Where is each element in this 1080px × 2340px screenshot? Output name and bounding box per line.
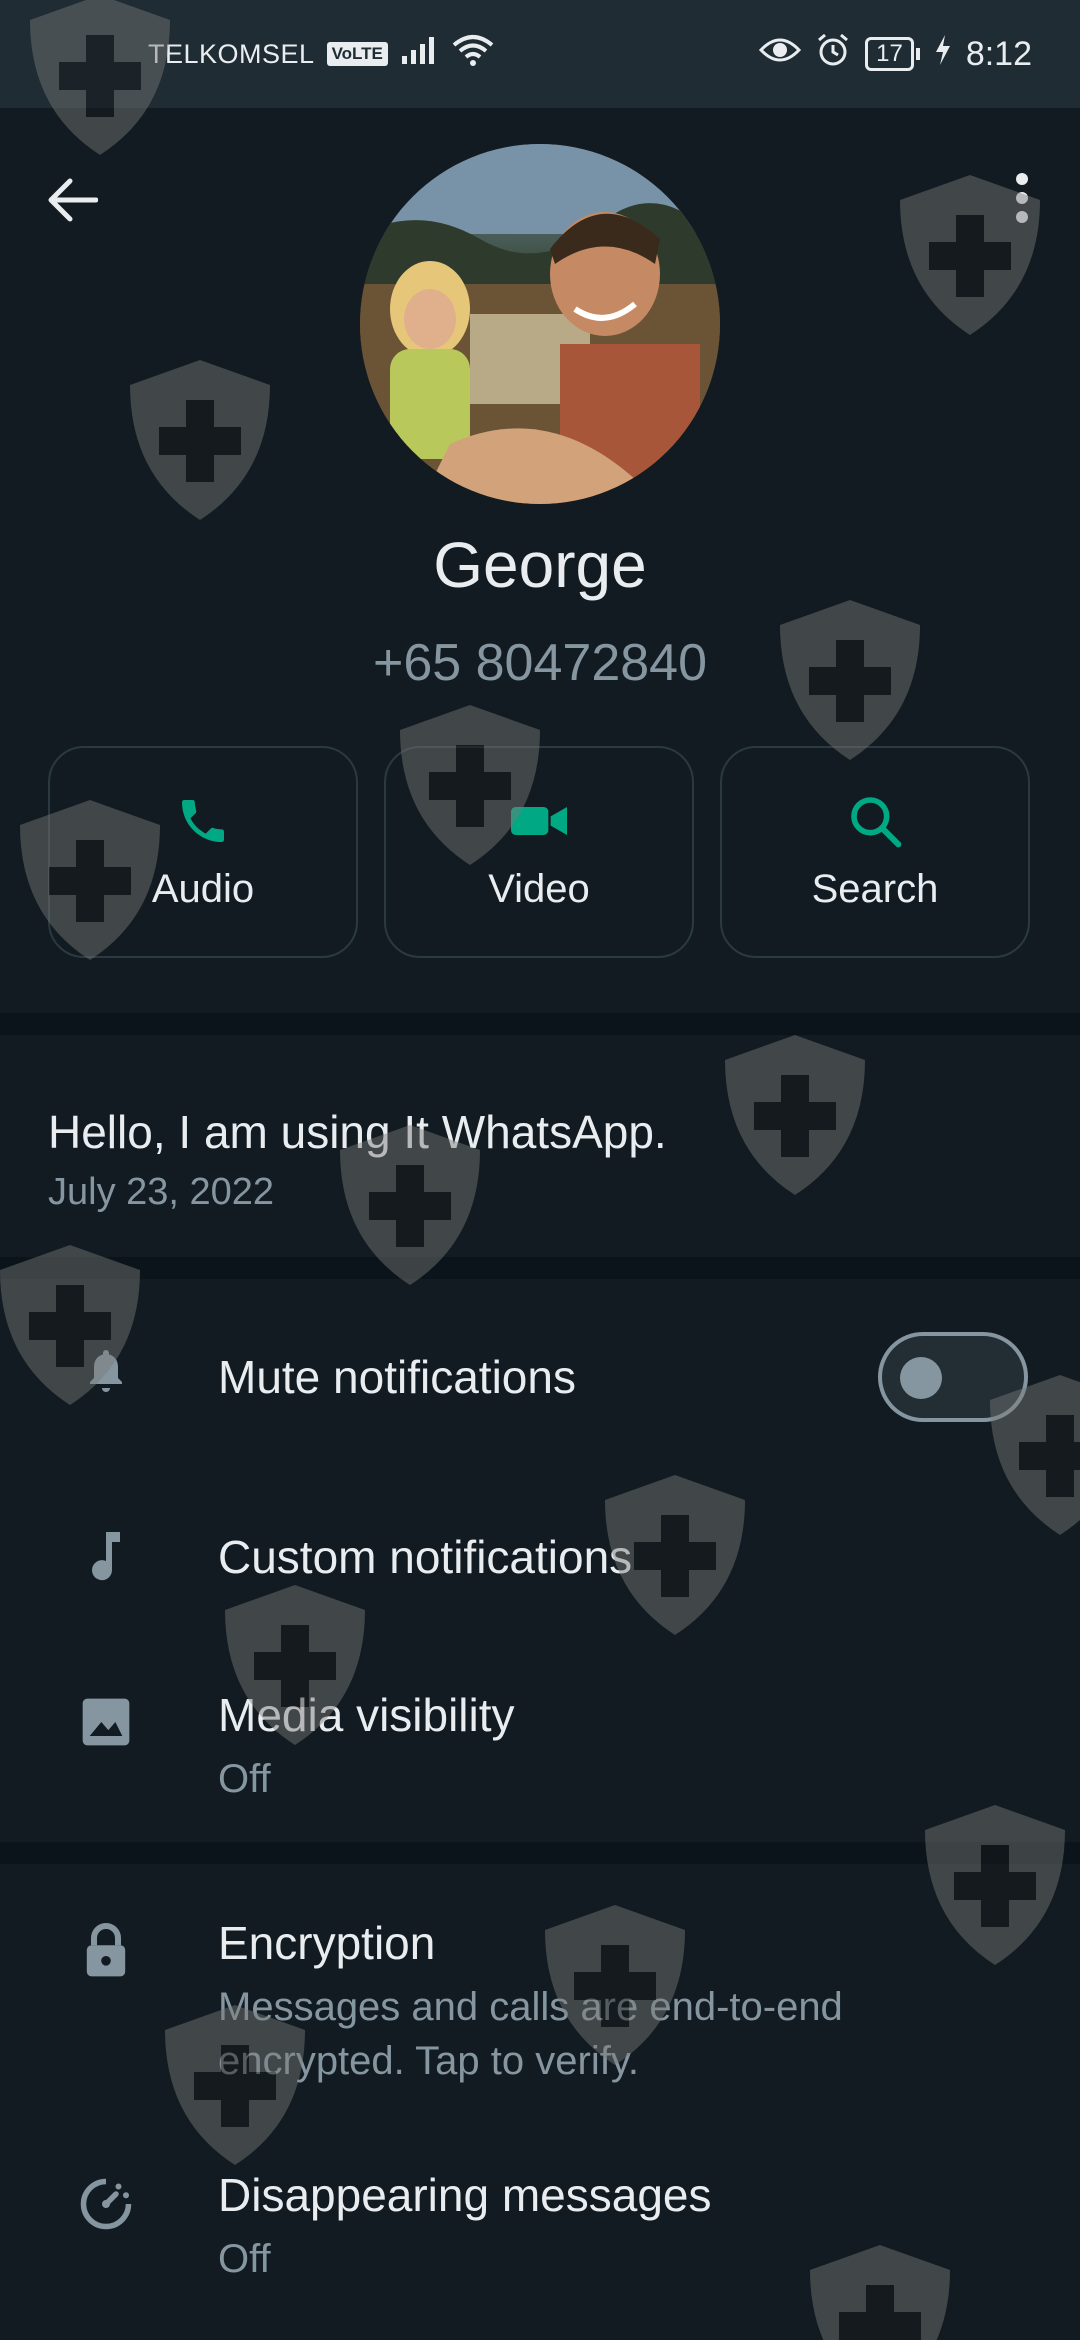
mute-notifications-row[interactable]: Mute notifications: [0, 1332, 1080, 1432]
bell-icon: [76, 1342, 136, 1402]
search-icon: [851, 796, 902, 847]
contact-avatar[interactable]: [360, 144, 720, 504]
about-section[interactable]: Hello, I am using It WhatsApp. July 23, …: [0, 1035, 1080, 1257]
eye-icon: [759, 35, 802, 73]
about-text: Hello, I am using It WhatsApp.: [48, 1106, 667, 1158]
media-visibility-value: Off: [218, 1757, 271, 1801]
back-button[interactable]: [38, 166, 106, 234]
section-divider: [0, 1013, 1080, 1035]
search-button[interactable]: Search: [720, 746, 1030, 958]
section-divider: [0, 1842, 1080, 1864]
more-options-button[interactable]: [992, 163, 1052, 233]
disappearing-messages-value: Off: [218, 2237, 271, 2281]
more-vert-icon: [1016, 173, 1028, 223]
wifi-icon: [452, 33, 494, 75]
toggle-knob: [900, 1357, 942, 1399]
section-divider: [0, 1257, 1080, 1279]
music-note-icon: [76, 1526, 136, 1586]
quick-actions: Audio Video Search: [48, 746, 1030, 958]
encryption-row[interactable]: Encryption Messages and calls are end-to…: [0, 1908, 1080, 2088]
phone-icon: [182, 799, 224, 842]
media-visibility-row[interactable]: Media visibility Off: [0, 1680, 1080, 1810]
encryption-description: Messages and calls are end-to-end encryp…: [218, 1985, 843, 2083]
mute-toggle[interactable]: [878, 1332, 1028, 1422]
video-camera-icon: [511, 806, 567, 835]
alarm-icon: [815, 32, 851, 76]
custom-notifications-label: Custom notifications: [218, 1531, 633, 1583]
back-arrow-icon: [48, 178, 98, 222]
custom-notifications-row[interactable]: Custom notifications: [0, 1512, 1080, 1612]
video-label: Video: [488, 866, 590, 911]
volte-badge: VoLTE: [326, 42, 388, 66]
encryption-label: Encryption: [218, 1917, 436, 1969]
contact-phone: +65 80472840: [372, 634, 707, 692]
charging-icon: [934, 34, 952, 74]
disappearing-messages-row[interactable]: Disappearing messages Off: [0, 2162, 1080, 2292]
timer-icon: [76, 2174, 136, 2234]
clock: 8:12: [965, 34, 1032, 73]
contact-name: George: [433, 529, 647, 601]
search-label: Search: [811, 866, 939, 911]
signal-icon: [400, 34, 440, 74]
disappearing-messages-label: Disappearing messages: [218, 2169, 712, 2221]
lock-icon: [76, 1920, 136, 1980]
contact-header: George +65 80472840 Audio Video Search: [0, 108, 1080, 1013]
carrier-name: TELKOMSEL: [148, 38, 315, 69]
image-icon: [76, 1692, 136, 1752]
media-visibility-label: Media visibility: [218, 1689, 515, 1741]
status-bar: TELKOMSEL VoLTE 17 8:12: [0, 0, 1080, 108]
video-call-button[interactable]: Video: [384, 746, 694, 958]
battery-indicator: 17: [865, 37, 920, 71]
audio-label: Audio: [151, 866, 255, 911]
audio-call-button[interactable]: Audio: [48, 746, 358, 958]
about-date: July 23, 2022: [48, 1171, 275, 1213]
